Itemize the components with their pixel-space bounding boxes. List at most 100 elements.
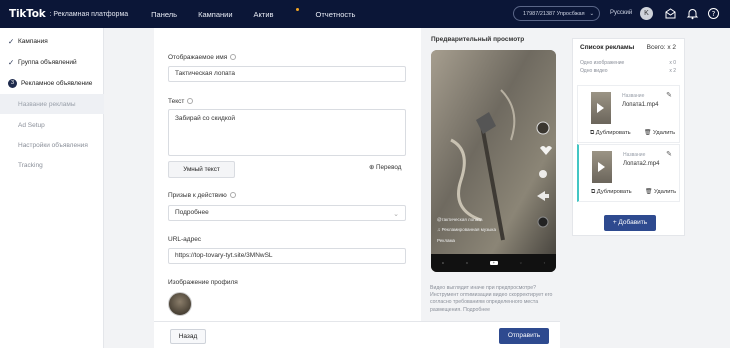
preview-caption-sound: ♫ Рекламированная музыка [437, 227, 496, 232]
bell-icon[interactable] [686, 7, 699, 20]
main-nav: Панель Кампании Актив Отчетность [151, 7, 376, 19]
duplicate-button[interactable]: ⧉ Дублировать [591, 189, 632, 196]
cta-select[interactable]: Подробнее ⌄ [168, 205, 406, 221]
phone-preview: @тактическая лопата ♫ Рекламированная му… [431, 50, 556, 272]
create-icon: + [489, 261, 498, 265]
copy-icon: ⧉ [591, 189, 596, 195]
preview-title: Предварительный просмотр [431, 36, 525, 43]
delete-button[interactable]: 🗑 Удалить [645, 189, 676, 195]
trash-icon: 🗑 [645, 189, 653, 195]
smart-text-button[interactable]: Умный текст [168, 161, 235, 178]
step-label: Группа объявлений [18, 58, 77, 66]
delete-label: Удалить [653, 189, 677, 195]
ad-name-label: Название [623, 152, 646, 158]
nav-campaigns[interactable]: Кампании [198, 10, 232, 19]
add-ad-button[interactable]: + Добавить [604, 215, 656, 231]
form-footer: Назад Отправить [154, 321, 560, 348]
duplicate-label: Дублировать [595, 130, 631, 136]
ad-name-label: Название [622, 93, 645, 99]
translate-icon: ⊕ [369, 164, 375, 171]
duplicate-button[interactable]: ⧉ Дублировать [590, 130, 631, 137]
text-label-text: Текст [168, 98, 185, 105]
ad-list-panel: Список рекламы Всего: x 2 Одно изображен… [572, 38, 685, 236]
chevron-down-icon: ⌄ [589, 10, 595, 17]
duplicate-label: Дублировать [596, 189, 632, 195]
delete-label: Удалить [652, 130, 676, 136]
info-icon[interactable] [229, 192, 236, 199]
translate-link[interactable]: ⊕ Перевод [369, 164, 401, 171]
display-name-label: Отображаемое имя [168, 54, 237, 61]
step-ad[interactable]: 3 Рекламное объявление [0, 73, 104, 93]
display-name-label-text: Отображаемое имя [168, 54, 228, 61]
ad-list-total: Всего: x 2 [646, 44, 676, 51]
top-navigation-bar: TikTok : Рекламная платформа Панель Камп… [0, 0, 730, 28]
cta-selected-value: Подробнее [175, 209, 209, 216]
ad-creative-form: Отображаемое имя Тактическая лопата Текс… [154, 28, 421, 348]
cta-label-text: Призыв к действию [168, 192, 227, 199]
ad-name: Лопата1.mp4 [622, 102, 659, 108]
cta-label: Призыв к действию [168, 192, 236, 199]
ad-card[interactable]: Название Лопата1.mp4 ✎ ⧉ Дублировать 🗑 У… [577, 85, 680, 143]
ad-card-selected[interactable]: Название Лопата2.mp4 ✎ ⧉ Дублировать 🗑 У… [577, 144, 680, 202]
profile-image-thumbnail[interactable] [168, 292, 192, 316]
translate-label: Перевод [376, 164, 402, 171]
edit-icon[interactable]: ✎ [666, 150, 672, 158]
submit-button[interactable]: Отправить [499, 328, 549, 344]
account-selector[interactable]: 17987/21387 Упросбжая ⌄ [513, 6, 600, 21]
check-icon: ✓ [8, 36, 15, 46]
url-label: URL-адрес [168, 236, 202, 243]
step-ad-group[interactable]: ✓ Группа объявлений [0, 52, 104, 72]
svg-text:?: ? [712, 10, 716, 18]
sidebar-item-ad-name[interactable]: Название рекламы [0, 94, 104, 114]
sidebar-item-tracking[interactable]: Tracking [0, 155, 104, 175]
steps-sidebar: ✓ Кампания ✓ Группа объявлений 3 Рекламн… [0, 28, 104, 348]
ad-name: Лопата2.mp4 [623, 161, 660, 167]
info-icon[interactable] [230, 54, 237, 61]
nav-assets[interactable]: Актив [253, 7, 299, 19]
videos-count: x 2 [669, 68, 676, 74]
language-selector[interactable]: Русский [610, 10, 632, 16]
step-label: Рекламное объявление [21, 79, 93, 87]
profile-icon: ◦ [543, 261, 545, 265]
mailbox-icon[interactable] [664, 7, 677, 20]
ad-list-title: Список рекламы [580, 44, 635, 51]
videos-label: Одно видео [580, 68, 608, 74]
url-input[interactable]: https://top-tovary-tyt.site/3MNwSL [168, 248, 406, 264]
trash-icon: 🗑 [644, 130, 652, 136]
chevron-down-icon: ⌄ [393, 211, 399, 218]
preview-note: Видео выглядит иначе при предпросмотре? … [430, 285, 553, 313]
help-icon[interactable]: ? [707, 7, 720, 20]
edit-icon[interactable]: ✎ [666, 91, 672, 99]
nav-dashboard[interactable]: Панель [151, 10, 177, 19]
nav-reporting[interactable]: Отчетность [316, 10, 356, 19]
step-campaign[interactable]: ✓ Кампания [0, 31, 104, 51]
video-thumbnail[interactable] [591, 92, 611, 124]
home-icon: ⌂ [441, 261, 445, 265]
preview-caption-name: @тактическая лопата [437, 217, 483, 222]
video-thumbnail[interactable] [592, 151, 612, 183]
account-label: 17987/21387 Упросбжая [523, 10, 585, 17]
display-name-input[interactable]: Тактическая лопата [168, 66, 406, 82]
step-number: 3 [8, 78, 17, 88]
images-label: Одно изображение [580, 60, 625, 66]
tiktok-logo[interactable]: TikTok [9, 8, 46, 20]
sidebar-item-ad-setup[interactable]: Ad Setup [0, 115, 104, 135]
avatar[interactable]: K [640, 7, 653, 20]
step-label: Кампания [18, 37, 48, 45]
copy-icon: ⧉ [590, 130, 595, 136]
discover-icon: ○ [465, 261, 469, 265]
profile-image-label: Изображение профиля [168, 279, 238, 286]
back-button[interactable]: Назад [170, 329, 206, 344]
notification-dot [295, 7, 299, 11]
check-icon: ✓ [8, 57, 15, 67]
preview-caption-sponsored: Реклама [437, 238, 456, 243]
images-count: x 0 [669, 60, 676, 66]
ad-text-textarea[interactable]: Забирай со скидкой [168, 109, 406, 156]
info-icon[interactable] [187, 98, 194, 105]
delete-button[interactable]: 🗑 Удалить [644, 130, 675, 136]
inbox-icon: ◌ [519, 261, 522, 265]
nav-assets-label: Актив [253, 9, 274, 19]
phone-tab-bar: ⌂ ○ + ◌ ◦ [431, 254, 556, 272]
sidebar-item-ad-settings[interactable]: Настройки объявления [0, 135, 104, 155]
text-label: Текст [168, 98, 194, 105]
